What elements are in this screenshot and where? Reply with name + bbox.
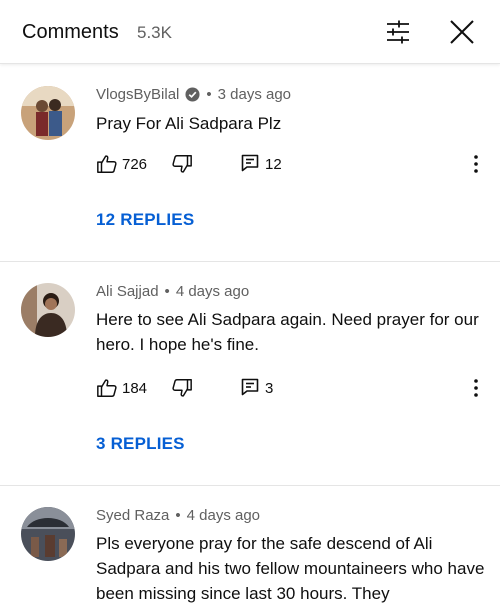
meta-separator: •	[164, 283, 170, 300]
comment-divider	[0, 261, 500, 262]
like-count: 184	[122, 380, 148, 397]
comment-time: 3 days ago	[217, 86, 292, 103]
reply-count: 3	[265, 380, 274, 397]
reply-comment-icon[interactable]	[241, 378, 259, 396]
more-vertical-icon[interactable]	[468, 377, 484, 399]
filter-sliders-icon[interactable]	[384, 18, 412, 46]
author-name[interactable]: VlogsByBilal	[96, 86, 179, 103]
comment-text: Here to see Ali Sadpara again. Need pray…	[96, 310, 479, 354]
view-replies-link[interactable]: 3 REPLIES	[96, 434, 185, 454]
meta-separator: •	[206, 86, 212, 103]
comment-meta: Ali Sajjad • 4 days ago	[96, 283, 249, 300]
comment-time: 4 days ago	[186, 507, 261, 524]
more-vertical-icon[interactable]	[468, 153, 484, 175]
thumbs-down-icon[interactable]	[171, 377, 193, 399]
comment-actions: 184 3	[96, 377, 486, 401]
comment-text: Pls everyone pray for the safe descend o…	[96, 534, 485, 603]
thumbs-up-icon[interactable]	[96, 377, 118, 399]
comment-actions: 726 12	[96, 153, 486, 177]
reply-count: 12	[265, 156, 282, 173]
reply-comment-icon[interactable]	[241, 154, 259, 172]
comments-count: 5.3K	[137, 23, 172, 42]
comments-header: Comments 5.3K	[0, 0, 500, 64]
verified-check-icon	[185, 87, 200, 102]
avatar[interactable]	[21, 507, 75, 561]
thumbs-down-icon[interactable]	[171, 153, 193, 175]
avatar[interactable]	[21, 283, 75, 337]
comment-meta: Syed Raza • 4 days ago	[96, 507, 260, 524]
comments-title: Comments	[22, 21, 119, 43]
comment-meta: VlogsByBilal • 3 days ago	[96, 86, 291, 103]
like-count: 726	[122, 156, 148, 173]
comment-divider	[0, 485, 500, 486]
comment-time: 4 days ago	[175, 283, 250, 300]
comment-text: Pray For Ali Sadpara Plz	[96, 114, 282, 133]
author-name[interactable]: Ali Sajjad	[96, 283, 159, 300]
thumbs-up-icon[interactable]	[96, 153, 118, 175]
meta-separator: •	[175, 507, 181, 524]
view-replies-link[interactable]: 12 REPLIES	[96, 210, 194, 230]
avatar[interactable]	[21, 86, 75, 140]
close-icon[interactable]	[447, 17, 477, 47]
author-name[interactable]: Syed Raza	[96, 507, 169, 524]
